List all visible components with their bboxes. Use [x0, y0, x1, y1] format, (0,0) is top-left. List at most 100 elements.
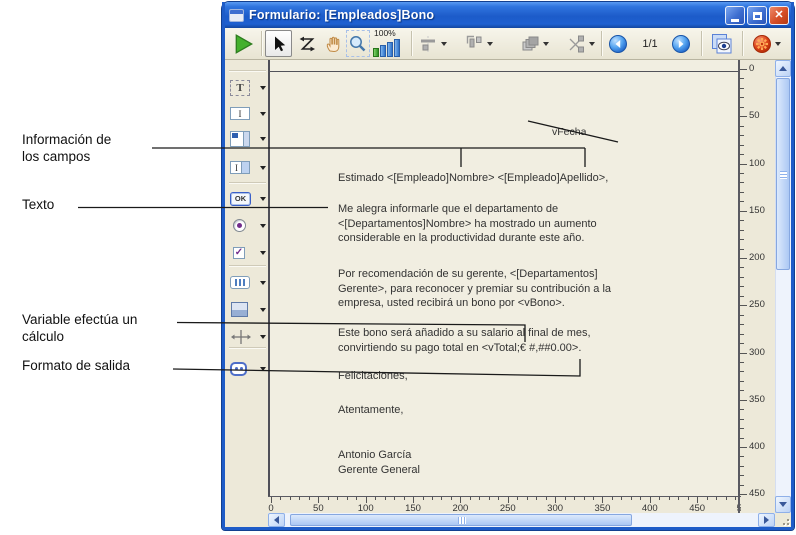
prev-page-button[interactable]	[606, 30, 630, 57]
ruler-tick	[740, 343, 744, 344]
toolbar-separator	[261, 31, 263, 56]
list-box-icon	[230, 131, 250, 147]
ruler-tick	[309, 497, 310, 500]
annotation-label: Formato de salida	[22, 357, 130, 374]
zoom-tool-button[interactable]	[346, 30, 370, 57]
palette-separator	[229, 265, 266, 267]
group-box-tool[interactable]	[230, 299, 267, 320]
arrow-left-icon	[274, 516, 279, 524]
list-box-tool[interactable]	[230, 128, 267, 149]
ruler-tick	[659, 497, 660, 500]
text-area-tool[interactable]: T	[230, 77, 267, 98]
ruler-tick	[740, 324, 744, 325]
ruler-tick	[740, 305, 747, 306]
select-tool-button[interactable]	[265, 30, 292, 57]
toolbar-separator	[742, 31, 744, 56]
letter-paragraph[interactable]: Me alegra informarle que el departamento…	[338, 202, 597, 246]
zoom-level-control[interactable]: 100%	[372, 28, 408, 59]
ruler-tick	[546, 497, 547, 500]
layer-order-menu-button[interactable]	[518, 30, 550, 57]
tab-order-tool-button[interactable]	[295, 30, 319, 57]
scroll-left-button[interactable]	[268, 513, 285, 527]
ruler-tick	[565, 497, 566, 500]
text-tool-icon: T	[230, 80, 250, 96]
ruler-tick	[740, 154, 744, 155]
button-tool[interactable]: OK	[230, 188, 267, 209]
letter-paragraph[interactable]: Estimado <[Empleado]Nombre> <[Empleado]A…	[338, 171, 608, 186]
resize-grip[interactable]	[775, 513, 791, 527]
ruler-tick	[740, 494, 747, 495]
vertical-scroll-thumb[interactable]	[776, 78, 790, 270]
scroll-up-button[interactable]	[775, 60, 791, 77]
execute-button[interactable]	[231, 30, 257, 57]
input-field-tool[interactable]: I	[230, 103, 267, 124]
zoom-level-value: 100%	[374, 28, 396, 38]
letter-paragraph[interactable]: Por recomendación de su gerente, <[Depar…	[338, 267, 611, 311]
toolbar-separator	[701, 31, 703, 56]
checkbox-tool[interactable]: ✓	[230, 242, 267, 263]
ruler-tick	[593, 497, 594, 500]
layer-order-dropdown-arrow	[543, 42, 549, 46]
picture-button-icon	[230, 362, 247, 376]
ruler-tick	[640, 497, 641, 500]
picture-button-tool[interactable]	[230, 358, 267, 379]
letter-paragraph[interactable]: Este bono será añadido a su salario al f…	[338, 326, 591, 355]
ruler-tick	[280, 497, 281, 500]
pan-tool-button[interactable]	[321, 30, 345, 57]
align-menu-button[interactable]	[416, 30, 448, 57]
ruler-tick	[356, 497, 357, 500]
scroll-right-button[interactable]	[758, 513, 775, 527]
horizontal-scroll-thumb[interactable]	[290, 514, 632, 526]
ruler-tick	[441, 497, 442, 500]
toolbar-separator	[411, 31, 413, 56]
ruler-label: 250	[749, 300, 765, 310]
scroll-down-button[interactable]	[775, 496, 791, 513]
arrow-right-icon	[764, 516, 769, 524]
dropdown-arrow-icon	[260, 112, 266, 116]
close-button[interactable]: ✕	[769, 6, 789, 25]
minimize-button[interactable]	[725, 6, 745, 25]
next-page-button[interactable]	[669, 30, 693, 57]
ruler-tick	[489, 497, 490, 500]
combo-box-tool[interactable]: I	[230, 157, 267, 178]
ruler-label: 50	[749, 111, 760, 121]
preview-button[interactable]	[708, 30, 736, 57]
ruler-label: 100	[358, 503, 374, 513]
tab-control-tool[interactable]	[230, 272, 267, 293]
ruler-label: 300	[749, 348, 765, 358]
ruler-tick	[740, 230, 744, 231]
ruler-tick	[726, 497, 727, 500]
title-bar[interactable]: Formulario: [Empleados]Bono ✕	[222, 2, 794, 28]
ruler-tick	[740, 116, 747, 117]
ruler-label: 450	[749, 489, 765, 496]
letter-paragraph[interactable]: Felicitaciones,	[338, 369, 408, 384]
ruler-tick	[740, 334, 744, 335]
ruler-tick	[740, 69, 747, 70]
resize-menu-button[interactable]	[564, 30, 596, 57]
properties-menu-button[interactable]	[749, 30, 783, 57]
date-variable-object[interactable]: vFecha	[552, 126, 586, 138]
ruler-tick	[423, 497, 424, 500]
splitter-tool[interactable]	[230, 326, 267, 347]
ruler-label: 400	[749, 442, 765, 452]
ruler-label: 350	[595, 503, 611, 513]
radio-button-tool[interactable]	[230, 215, 267, 236]
ruler-tick	[479, 497, 480, 500]
dropdown-arrow-icon	[260, 197, 266, 201]
ruler-tick	[631, 497, 632, 500]
maximize-button[interactable]	[747, 6, 767, 25]
letter-paragraph[interactable]: Antonio García Gerente General	[338, 448, 420, 477]
distribute-menu-button[interactable]	[462, 30, 494, 57]
horizontal-scrollbar[interactable]	[268, 513, 775, 527]
ruler-label: 450	[689, 503, 705, 513]
ruler-tick	[740, 419, 744, 420]
palette-separator	[229, 347, 266, 349]
ruler-tick	[385, 497, 386, 500]
ruler-label: 150	[405, 503, 421, 513]
ruler-label: 100	[749, 159, 765, 169]
minimize-icon	[731, 19, 739, 22]
letter-paragraph[interactable]: Atentamente,	[338, 403, 403, 418]
resize-icon	[566, 34, 586, 54]
vertical-scrollbar[interactable]	[775, 60, 791, 513]
ruler-tick	[375, 497, 376, 500]
